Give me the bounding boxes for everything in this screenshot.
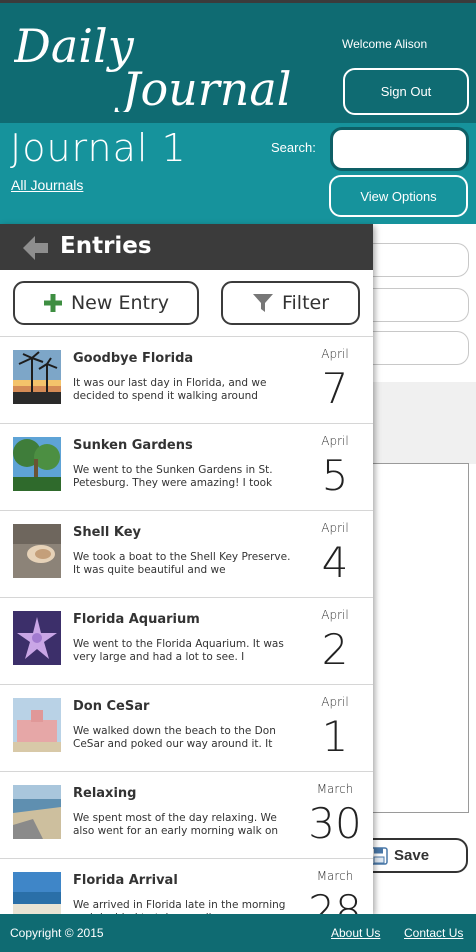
palm-sky-thumbnail <box>13 437 61 491</box>
editor-field-1[interactable] <box>372 243 469 277</box>
entry-title: Florida Aquarium <box>73 612 200 627</box>
entry-day: 30 <box>308 799 362 848</box>
entry-month: April <box>321 434 349 448</box>
new-entry-button[interactable]: New Entry <box>13 281 199 325</box>
editor-field-3[interactable] <box>372 331 469 365</box>
entry-snippet: We spent most of the day relaxing. We al… <box>73 812 279 837</box>
editor-textarea[interactable] <box>372 463 469 813</box>
entry-item[interactable]: Relaxing We spent most of the day relaxi… <box>0 771 373 858</box>
palm-sunset-thumbnail <box>13 350 61 404</box>
entry-month: March <box>316 782 354 796</box>
filter-button[interactable]: Filter <box>221 281 360 325</box>
copyright-text: Copyright © 2015 <box>10 926 104 940</box>
entry-day: 5 <box>321 451 349 500</box>
entry-item[interactable]: Don CeSar We walked down the beach to th… <box>0 684 373 771</box>
entry-item[interactable]: Shell Key We took a boat to the Shell Ke… <box>0 510 373 597</box>
entry-snippet: We walked down the beach to the Don CeSa… <box>73 725 276 750</box>
entries-list: Goodbye Florida It was our last day in F… <box>0 336 373 914</box>
entry-title: Don CeSar <box>73 699 150 714</box>
entry-day: 7 <box>321 364 349 413</box>
welcome-text: Welcome Alison <box>342 37 428 51</box>
entries-panel: Entries New Entry Filter Goodbye Florida… <box>0 224 373 914</box>
entry-day: 4 <box>321 538 349 587</box>
pink-hotel-thumbnail <box>13 698 61 752</box>
entry-day: 2 <box>321 625 349 674</box>
search-input[interactable] <box>330 127 469 171</box>
contact-us-link[interactable]: Contact Us <box>404 926 463 940</box>
entry-title: Goodbye Florida <box>73 351 194 366</box>
journal-title: Journal 1 <box>10 126 187 170</box>
filter-label: Filter <box>281 292 330 314</box>
shell-sand-thumbnail <box>13 524 61 578</box>
entries-panel-header: Entries <box>0 224 373 270</box>
entry-day: 1 <box>321 712 349 761</box>
starfish-thumbnail <box>13 611 61 665</box>
entry-item[interactable]: Sunken Gardens We went to the Sunken Gar… <box>0 423 373 510</box>
entry-month: April <box>321 521 349 535</box>
entry-snippet: We took a boat to the Shell Key Preserve… <box>73 551 291 576</box>
funnel-icon <box>252 294 273 312</box>
ocean-thumbnail <box>13 872 61 914</box>
app-footer: Copyright © 2015 About Us Contact Us <box>0 914 476 952</box>
entry-item[interactable]: Goodbye Florida It was our last day in F… <box>0 336 373 423</box>
logo-line2: Journal <box>114 62 292 112</box>
app-header: Daily Journal Welcome Alison Sign Out <box>0 3 476 123</box>
journal-bar: Journal 1 All Journals Search: View Opti… <box>0 123 476 224</box>
entry-snippet: It was our last day in Florida, and we d… <box>73 377 267 402</box>
back-arrow-icon[interactable] <box>20 233 50 263</box>
search-label: Search: <box>271 140 316 155</box>
entry-title: Sunken Gardens <box>73 438 193 453</box>
logo-line1: Daily <box>14 19 135 73</box>
entry-month: March <box>316 869 354 883</box>
save-button[interactable]: Save <box>360 838 468 873</box>
editor-field-2[interactable] <box>372 288 469 322</box>
entry-snippet: We went to the Sunken Gardens in St. Pet… <box>73 464 273 489</box>
plus-icon <box>43 294 62 312</box>
entries-title: Entries <box>60 233 152 259</box>
save-label: Save <box>394 847 430 864</box>
entry-item[interactable]: Florida Aquarium We went to the Florida … <box>0 597 373 684</box>
entry-title: Florida Arrival <box>73 873 178 888</box>
entry-title: Relaxing <box>73 786 137 801</box>
view-options-button[interactable]: View Options <box>329 175 468 217</box>
entry-title: Shell Key <box>73 525 142 540</box>
new-entry-label: New Entry <box>70 292 170 314</box>
entry-month: April <box>321 608 349 622</box>
all-journals-link[interactable]: All Journals <box>11 177 83 193</box>
entry-month: April <box>321 695 349 709</box>
about-us-link[interactable]: About Us <box>331 926 380 940</box>
beach-shore-thumbnail <box>13 785 61 839</box>
entry-snippet: We arrived in Florida late in the mornin… <box>73 899 286 914</box>
sign-out-button[interactable]: Sign Out <box>343 68 469 115</box>
editor-toolbar-area <box>372 382 476 464</box>
entry-snippet: We went to the Florida Aquarium. It was … <box>73 638 284 663</box>
app-logo[interactable]: Daily Journal <box>13 17 304 116</box>
entry-month: April <box>321 347 349 361</box>
entry-item[interactable]: Florida Arrival We arrived in Florida la… <box>0 858 373 914</box>
entry-day: 28 <box>308 886 362 914</box>
